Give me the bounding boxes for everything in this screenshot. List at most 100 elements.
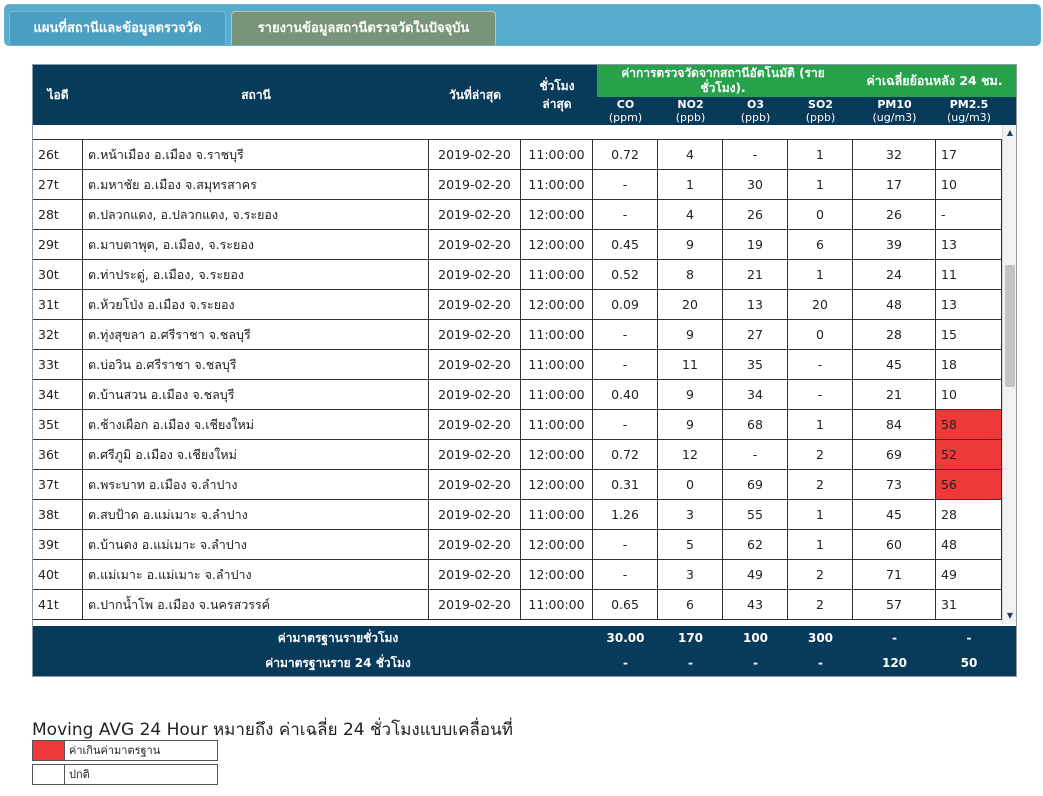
cell-station: ต.พระบาท อ.เมือง จ.ลำปาง	[83, 470, 429, 499]
cell-time: 12:00:00	[521, 530, 593, 559]
table-row: 32t ต.ทุ่งสุขลา อ.ศรีราชา จ.ชลบุรี 2019-02…	[33, 320, 1002, 350]
cell-o3: 55	[723, 500, 788, 529]
cell-co: -	[593, 530, 658, 559]
cell-pm10: 24	[853, 260, 936, 289]
pollutant-unit: (ppb)	[675, 111, 706, 124]
tab-station-map[interactable]: แผนที่สถานีและข้อมูลตรวจวัด	[9, 11, 226, 45]
cell-o3: -	[723, 140, 788, 169]
pollutant-name: PM2.5	[949, 98, 989, 111]
table-scrollbar[interactable]: ▲ ▼	[1002, 125, 1016, 624]
cell-id: 33t	[33, 350, 83, 379]
table-row: 27t ต.มหาชัย อ.เมือง จ.สมุทรสาคร 2019-02-2…	[33, 170, 1002, 200]
cell-id: 35t	[33, 410, 83, 439]
cell-co: 0.45	[593, 230, 658, 259]
cell-pm25: 58	[936, 410, 1002, 439]
cell-o3: 26	[723, 200, 788, 229]
cell-pm10: 45	[853, 500, 936, 529]
cell-station: ต.บ่อวิน อ.ศรีราชา จ.ชลบุรี	[83, 350, 429, 379]
cell-no2: 3	[658, 560, 723, 589]
cell-no2: 9	[658, 410, 723, 439]
cell-time: 11:00:00	[521, 500, 593, 529]
cell-id: 38t	[33, 500, 83, 529]
cell-date: 2019-02-20	[429, 260, 521, 289]
cell-pm25: 10	[936, 170, 1002, 199]
footer-value: 30.00	[606, 631, 645, 645]
cell-date: 2019-02-20	[429, 380, 521, 409]
cell-no2: 12	[658, 440, 723, 469]
cell-co: 0.72	[593, 140, 658, 169]
cell-o3: 21	[723, 260, 788, 289]
cell-co: 0.52	[593, 260, 658, 289]
cell-co: -	[593, 410, 658, 439]
pollutant-unit: (ppb)	[740, 111, 771, 124]
cell-station: ต.ท่าประดู่, อ.เมือง, จ.ระยอง	[83, 260, 429, 289]
cell-date: 2019-02-20	[429, 350, 521, 379]
legend-swatch-normal	[33, 765, 65, 784]
table-row: 39t ต.บ้านดง อ.แม่เมาะ จ.ลำปาง 2019-02-20 1…	[33, 530, 1002, 560]
header-station: สถานี	[241, 87, 271, 102]
cell-date: 2019-02-20	[429, 530, 521, 559]
tab-current-report[interactable]: รายงานข้อมูลสถานีตรวจวัดในปัจจุบัน	[231, 11, 496, 45]
cell-time: 12:00:00	[521, 440, 593, 469]
cell-time: 11:00:00	[521, 320, 593, 349]
header-pollutant-co: CO (ppm)	[593, 97, 658, 125]
cell-station: ต.สบป้าด อ.แม่เมาะ จ.ลำปาง	[83, 500, 429, 529]
cell-no2: 4	[658, 140, 723, 169]
header-pollutant-no2: NO2 (ppb)	[658, 97, 723, 125]
cell-so2: 1	[788, 260, 853, 289]
cell-date: 2019-02-20	[429, 560, 521, 589]
cell-co: -	[593, 350, 658, 379]
cell-time: 11:00:00	[521, 380, 593, 409]
cell-station: ต.บ้านสวน อ.เมือง จ.ชลบุรี	[83, 380, 429, 409]
cell-id: 27t	[33, 170, 83, 199]
footer-label: ค่ามาตรฐานราย 24 ชั่วโมง	[265, 656, 411, 670]
cell-no2: 1	[658, 170, 723, 199]
cell-time: 12:00:00	[521, 290, 593, 319]
cell-station: ต.ปลวกแดง, อ.ปลวกแดง, จ.ระยอง	[83, 200, 429, 229]
footer-value: -	[892, 631, 897, 645]
cell-date: 2019-02-20	[429, 170, 521, 199]
cell-time: 11:00:00	[521, 410, 593, 439]
cell-time: 12:00:00	[521, 470, 593, 499]
cell-station: ต.หน้าเมือง อ.เมือง จ.ราชบุรี	[83, 140, 429, 169]
cell-time: 12:00:00	[521, 230, 593, 259]
cell-station: ต.ทุ่งสุขลา อ.ศรีราชา จ.ชลบุรี	[83, 320, 429, 349]
cell-o3: 69	[723, 470, 788, 499]
legend-label-normal: ปกติ	[69, 768, 90, 781]
cell-no2: 3	[658, 500, 723, 529]
table-header: ไอดี สถานี วันที่ล่าสุด ชั่วโมง ล่าสุด ค…	[33, 65, 1016, 125]
scroll-up-arrow-icon[interactable]: ▲	[1003, 127, 1017, 139]
cell-pm25: 56	[936, 470, 1002, 499]
table-body[interactable]: 26t ต.หน้าเมือง อ.เมือง จ.ราชบุรี 2019-02-…	[33, 125, 1016, 624]
cell-id: 40t	[33, 560, 83, 589]
header-pollutant-so2: SO2 (ppb)	[788, 97, 853, 125]
footer-value: 120	[881, 656, 908, 670]
cell-pm25: 13	[936, 230, 1002, 259]
cell-time: 11:00:00	[521, 260, 593, 289]
cell-co: 0.09	[593, 290, 658, 319]
scroll-thumb[interactable]	[1005, 265, 1015, 387]
cell-station: ต.มหาชัย อ.เมือง จ.สมุทรสาคร	[83, 170, 429, 199]
cell-so2: 6	[788, 230, 853, 259]
cell-so2: 1	[788, 410, 853, 439]
cell-pm10: 17	[853, 170, 936, 199]
legend-title: Moving AVG 24 Hour หมายถึง ค่าเฉลี่ย 24 …	[32, 720, 513, 740]
row-divider	[33, 139, 1002, 140]
scroll-down-arrow-icon[interactable]: ▼	[1003, 610, 1017, 622]
cell-pm25: 49	[936, 560, 1002, 589]
legend-item-normal: ปกติ	[32, 764, 218, 785]
cell-time: 12:00:00	[521, 200, 593, 229]
cell-no2: 9	[658, 230, 723, 259]
cell-co: 0.72	[593, 440, 658, 469]
pollutant-unit: (ug/m3)	[947, 111, 991, 124]
cell-date: 2019-02-20	[429, 320, 521, 349]
pollutant-unit: (ug/m3)	[872, 111, 917, 124]
cell-no2: 6	[658, 590, 723, 619]
table-row: 29t ต.มาบตาพุด, อ.เมือง, จ.ระยอง 2019-02-2…	[33, 230, 1002, 260]
cell-pm10: 84	[853, 410, 936, 439]
cell-pm25: 13	[936, 290, 1002, 319]
cell-pm25: 17	[936, 140, 1002, 169]
cell-station: ต.บ้านดง อ.แม่เมาะ จ.ลำปาง	[83, 530, 429, 559]
table-row: 36t ต.ศรีภูมิ อ.เมือง จ.เชียงใหม่ 2019-02-…	[33, 440, 1002, 470]
footer-value: 100	[742, 631, 769, 645]
